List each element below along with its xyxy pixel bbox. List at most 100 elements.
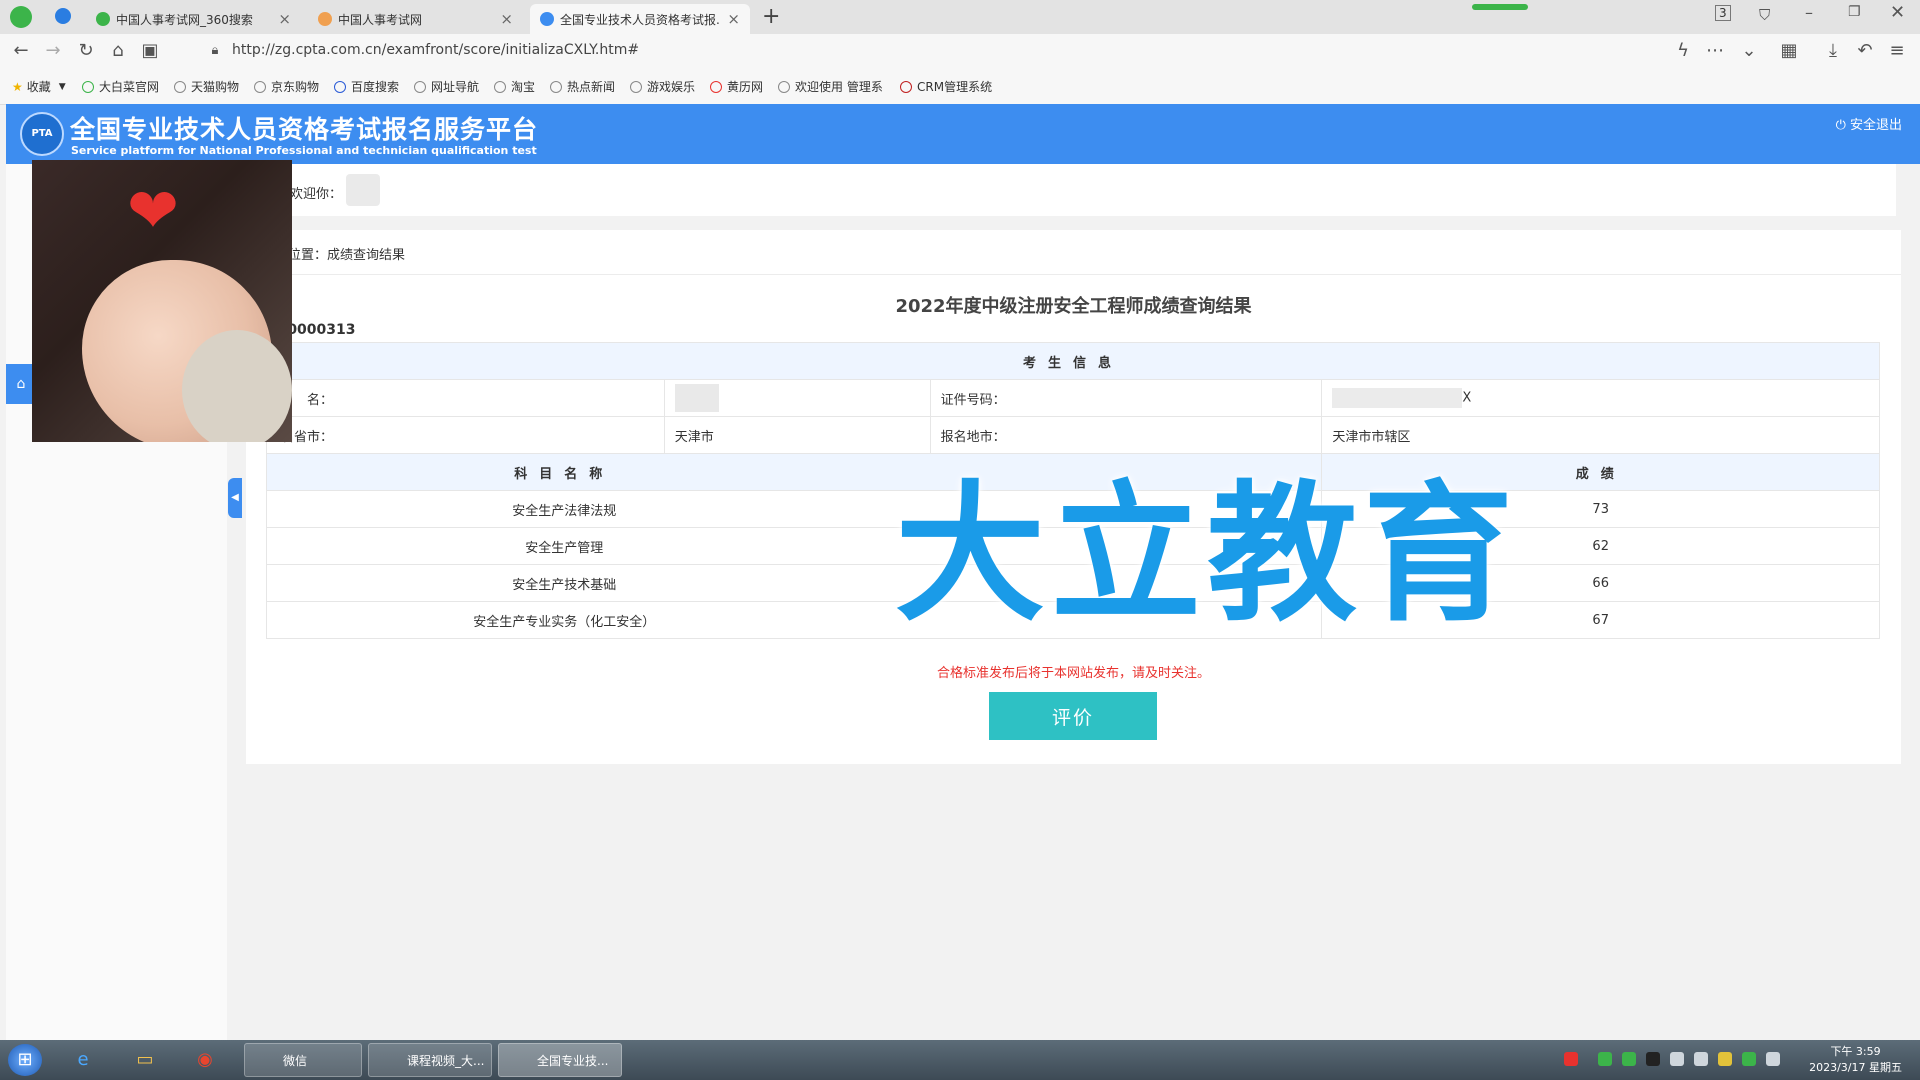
sogou-icon[interactable] (1564, 1052, 1578, 1066)
minimize-icon[interactable]: – (1805, 3, 1813, 22)
site-header: PTA 全国专业技术人员资格考试报名服务平台 Service platform … (6, 104, 1920, 164)
bookmark-item[interactable]: 游戏娱乐 (630, 78, 695, 95)
system-clock[interactable]: 下午 3:59 2023/3/17 星期五 (1809, 1044, 1902, 1076)
globe-icon (494, 80, 506, 93)
tab-label: 中国人事考试网 (338, 12, 423, 27)
browser-tab-strip: 中国人事考试网_360搜索 × 中国人事考试网 × 全国专业技术人员资格考试报.… (0, 0, 1920, 34)
download-icon[interactable]: ⤓ (1822, 40, 1844, 62)
printer-icon[interactable] (1670, 1052, 1684, 1066)
chrome-icon[interactable]: ◉ (188, 1044, 222, 1076)
menu-icon[interactable]: ≡ (1886, 40, 1908, 62)
bookmark-item[interactable]: 网址导航 (414, 78, 479, 95)
qq-icon[interactable] (1646, 1052, 1660, 1066)
tab-exam-platform[interactable]: 全国专业技术人员资格考试报... × (530, 4, 750, 34)
ie-icon[interactable]: e (66, 1044, 100, 1076)
tab-cpta[interactable]: 中国人事考试网 × (308, 4, 523, 34)
logout-label: 安全退出 (1849, 118, 1902, 133)
close-tab-icon[interactable]: × (500, 10, 513, 28)
chevron-left-icon: ◀ (231, 492, 239, 503)
taskbar-task-wechat[interactable]: 微信 (244, 1043, 362, 1077)
evaluate-button[interactable]: 评价 (989, 692, 1157, 740)
bookmark-item[interactable]: 热点新闻 (550, 78, 615, 95)
task-label: 全国专业技... (537, 1054, 609, 1068)
logout-button[interactable]: ⏻ 安全退出 (1836, 114, 1902, 133)
more-icon[interactable]: ⋯ (1704, 40, 1726, 62)
redacted-username (346, 174, 380, 206)
sidebar-toggle-icon[interactable] (55, 8, 71, 24)
redacted-block (1332, 388, 1463, 408)
region-value: 天津市市辖区 (1321, 416, 1880, 454)
table-row: 名省市： 天津市 报名地市： 天津市市辖区 (266, 416, 1880, 454)
address-bar-row: ← → ↻ ⌂ ▣ 🔒︎ http://zg.cpta.com.cn/examf… (0, 34, 1920, 68)
close-tab-icon[interactable]: × (278, 10, 291, 28)
tab-label: 中国人事考试网_360搜索 (116, 12, 253, 27)
id-suffix: X (1462, 390, 1472, 406)
globe-icon (254, 80, 266, 93)
flag-icon[interactable] (1742, 1052, 1756, 1066)
tab-360-search[interactable]: 中国人事考试网_360搜索 × (86, 4, 301, 34)
forward-icon[interactable]: → (42, 40, 64, 62)
bookmark-item[interactable]: 天猫购物 (174, 78, 239, 95)
wechat-tray-icon[interactable] (1622, 1052, 1636, 1066)
start-button[interactable]: ⊞ (8, 1044, 42, 1076)
bookmark-favorites[interactable]: ★ 收藏 ▼ (12, 78, 66, 95)
close-window-icon[interactable]: ✕ (1890, 2, 1905, 23)
briefcase-icon[interactable]: ▣ (139, 40, 161, 62)
bookmark-label: 网址导航 (431, 80, 480, 94)
bookmark-label: 热点新闻 (567, 80, 616, 94)
page-title: 2022年度中级注册安全工程师成绩查询结果 (895, 296, 1252, 317)
taskbar-task-course-video[interactable]: 课程视频_大... (368, 1043, 492, 1077)
home-icon[interactable]: ⌂ (107, 40, 129, 62)
name-value-redacted (663, 379, 931, 417)
bookmark-label: 京东购物 (271, 80, 320, 94)
site-title: 全国专业技术人员资格考试报名服务平台 (70, 115, 539, 144)
bookmark-label: 收藏 (26, 80, 51, 94)
new-tab-button[interactable]: + (762, 4, 780, 29)
province-value: 天津市 (663, 416, 931, 454)
back-icon[interactable]: ← (10, 40, 32, 62)
wechat-tray-icon[interactable] (1598, 1052, 1612, 1066)
chevron-down-icon[interactable]: ⌄ (1738, 40, 1760, 62)
bookmark-label: 淘宝 (511, 80, 536, 94)
reload-icon[interactable]: ↻ (75, 40, 97, 62)
url-field[interactable]: http://zg.cpta.com.cn/examfront/score/in… (232, 42, 639, 58)
table-row: 名： 证件号码： X (266, 379, 1880, 417)
browser-logo-icon[interactable] (10, 6, 32, 28)
globe-icon (778, 80, 790, 93)
globe-icon (82, 80, 94, 93)
region-label: 报名地市： (929, 416, 1323, 454)
security-icon[interactable] (1718, 1052, 1732, 1066)
id-label: 证件号码： (929, 379, 1323, 417)
bookmark-item[interactable]: 欢迎使用 管理系 (778, 78, 883, 95)
restore-icon[interactable]: ❐ (1848, 4, 1861, 20)
baby-fist-photo: ❤ (32, 160, 292, 442)
bookmarks-bar: ★ 收藏 ▼ 大白菜官网 天猫购物 京东购物 百度搜索 网址导航 淘宝 热点新闻 游… (0, 68, 1920, 105)
lightning-icon[interactable]: ϟ (1672, 40, 1694, 62)
sidebar-collapse-button[interactable]: ◀ (228, 478, 242, 518)
close-tab-icon[interactable]: × (727, 10, 740, 28)
redacted-block (674, 384, 719, 412)
folder-icon[interactable]: ▭ (128, 1044, 162, 1076)
bookmark-item[interactable]: 黄历网 (710, 78, 763, 95)
bookmark-label: 大白菜官网 (99, 80, 160, 94)
heart-icon: ❤ (127, 174, 179, 247)
bookmark-item[interactable]: 京东购物 (254, 78, 319, 95)
tab-count-badge[interactable]: 3 (1715, 5, 1731, 21)
chevron-down-icon: ▼ (58, 81, 66, 92)
apps-grid-icon[interactable]: ▦ (1778, 40, 1800, 62)
volume-icon[interactable] (1766, 1052, 1780, 1066)
loading-indicator (1472, 4, 1528, 10)
bookmark-label: 欢迎使用 管理系 (795, 80, 883, 94)
divider (246, 274, 1901, 275)
skin-icon[interactable]: ⛉ (1759, 6, 1770, 24)
undo-icon[interactable]: ↶ (1854, 40, 1876, 62)
360-favicon-icon (96, 12, 110, 26)
bookmark-item[interactable]: 百度搜索 (334, 78, 399, 95)
taskbar-task-exam-platform[interactable]: 全国专业技... (498, 1043, 622, 1077)
bookmark-label: 天猫购物 (191, 80, 240, 94)
network-icon[interactable] (1694, 1052, 1708, 1066)
security-lock-icon[interactable]: 🔒︎ (204, 40, 226, 62)
bookmark-item[interactable]: CRM管理系统 (900, 78, 992, 95)
bookmark-item[interactable]: 大白菜官网 (82, 78, 159, 95)
bookmark-item[interactable]: 淘宝 (494, 78, 535, 95)
